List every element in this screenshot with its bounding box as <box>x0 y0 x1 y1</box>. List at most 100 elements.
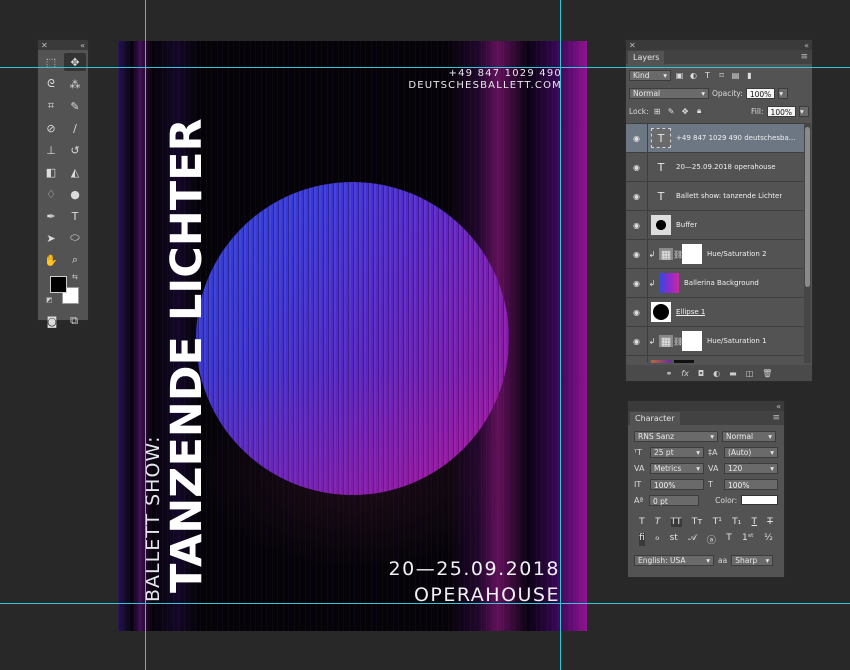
layer-row[interactable]: ◉ ↲ ▦ ⛓︎ Hue/Saturation 1 <box>626 326 804 355</box>
swash-icon[interactable]: 𝒜 <box>688 533 697 546</box>
panel-menu-icon[interactable]: ≡ <box>800 52 810 62</box>
discretionary-ligatures-icon[interactable]: st <box>670 533 678 546</box>
faux-bold-icon[interactable]: T <box>639 517 645 527</box>
tools-panel-header[interactable]: ✕ « <box>38 40 88 50</box>
close-icon[interactable]: ✕ <box>629 41 636 50</box>
font-size-select[interactable]: 25 pt ▾ <box>650 446 704 458</box>
guide-horizontal-top[interactable] <box>0 67 850 68</box>
guide-vertical-left[interactable] <box>145 0 146 670</box>
blend-mode-select[interactable]: Normal ▾ <box>629 87 709 99</box>
baseline-shift-input[interactable]: 0 pt <box>649 494 700 506</box>
all-caps-icon[interactable]: TT <box>670 517 682 527</box>
adjustment-filter-icon[interactable]: ◐ <box>688 71 699 80</box>
character-panel-header[interactable]: « <box>628 401 784 411</box>
lock-paint-icon[interactable]: ✎ <box>666 107 677 116</box>
faux-italic-icon[interactable]: T <box>655 517 661 527</box>
new-layer-icon[interactable]: ◫ <box>746 369 754 378</box>
filter-kind-select[interactable]: Kind ▾ <box>629 69 671 81</box>
opacity-dropdown[interactable]: ▾ <box>778 87 789 99</box>
font-family-select[interactable]: RNS Sanz ▾ <box>634 430 718 442</box>
collapse-icon[interactable]: « <box>804 41 809 50</box>
layer-row[interactable]: ◉ ↲ Ballerina Background <box>626 268 804 297</box>
marquee-icon[interactable]: ⬚ <box>40 53 62 71</box>
lock-position-icon[interactable]: ✥ <box>680 107 691 116</box>
brush-icon[interactable]: ∕ <box>64 119 86 137</box>
guide-vertical-right[interactable] <box>560 0 561 670</box>
quick-mask-icon[interactable]: ◙ <box>41 312 63 330</box>
opacity-input[interactable]: 100% <box>745 87 776 99</box>
zoom-icon[interactable]: ⌕ <box>64 251 86 269</box>
lock-all-icon[interactable]: 🔒︎ <box>694 106 705 116</box>
visibility-eye-icon[interactable] <box>626 356 648 363</box>
paint-bucket-icon[interactable]: ◭ <box>64 163 86 181</box>
antialias-select[interactable]: Sharp ▾ <box>731 554 774 566</box>
fill-dropdown[interactable]: ▾ <box>799 105 809 117</box>
superscript-icon[interactable]: T¹ <box>713 517 722 527</box>
lasso-icon[interactable]: ᘓ <box>40 75 62 93</box>
visibility-eye-icon[interactable]: ◉ <box>626 298 648 326</box>
add-mask-icon[interactable]: ◘ <box>698 369 704 378</box>
magic-wand-icon[interactable]: ⁂ <box>64 75 86 93</box>
close-icon[interactable]: ✕ <box>41 41 48 50</box>
fill-input[interactable]: 100% <box>766 105 796 117</box>
document-canvas[interactable]: +49 847 1029 490 DEUTSCHESBALLETT.COM BA… <box>118 41 587 631</box>
pixel-filter-icon[interactable]: ▣ <box>674 71 685 80</box>
horizontal-scale-input[interactable]: 100% <box>724 478 778 490</box>
guide-horizontal-bottom[interactable] <box>0 603 850 604</box>
ordinals-icon[interactable]: 1ˢᵗ <box>742 533 754 546</box>
tracking-select[interactable]: 120 ▾ <box>724 462 778 474</box>
layer-row[interactable]: ◉ T 20—25.09.2018 operahouse <box>626 152 804 181</box>
visibility-eye-icon[interactable]: ◉ <box>626 240 648 268</box>
visibility-eye-icon[interactable]: ◉ <box>626 124 648 152</box>
layer-row[interactable]: ◉ T Ballett show: tanzende Lichter <box>626 181 804 210</box>
dodge-icon[interactable]: ● <box>64 185 86 203</box>
visibility-eye-icon[interactable]: ◉ <box>626 153 648 181</box>
layer-row[interactable]: ◉ ↲ ▦ ⛓︎ Hue/Saturation 2 <box>626 239 804 268</box>
visibility-eye-icon[interactable]: ◉ <box>626 269 648 297</box>
stylistic-alternates-icon[interactable]: ⓐ <box>707 533 716 546</box>
shape-filter-icon[interactable]: ⌑ <box>716 71 727 80</box>
ligatures-icon[interactable]: fi <box>639 533 645 546</box>
type-icon[interactable]: T <box>64 207 86 225</box>
link-layers-icon[interactable]: ⚭ <box>666 369 673 378</box>
trash-icon[interactable]: 🗑︎ <box>762 369 772 378</box>
collapse-icon[interactable]: « <box>80 41 85 50</box>
kerning-select[interactable]: Metrics ▾ <box>650 462 704 474</box>
history-brush-icon[interactable]: ↺ <box>64 141 86 159</box>
font-style-select[interactable]: Normal ▾ <box>722 430 776 442</box>
layers-panel-header[interactable]: ✕ « <box>626 40 812 50</box>
foreground-color[interactable] <box>50 276 67 293</box>
layer-row[interactable]: ◉ T +49 847 1029 490 deutschesba... <box>626 123 804 152</box>
leading-select[interactable]: (Auto) ▾ <box>724 446 778 458</box>
scrollbar-thumb[interactable] <box>805 127 810 287</box>
layer-row[interactable] <box>626 355 804 363</box>
tab-character[interactable]: Character <box>630 411 680 425</box>
new-group-icon[interactable]: ▬ <box>729 369 737 378</box>
visibility-eye-icon[interactable]: ◉ <box>626 182 648 210</box>
fx-icon[interactable]: fx <box>681 369 689 378</box>
tab-layers[interactable]: Layers <box>628 50 665 64</box>
default-colors-icon[interactable]: ◩ <box>46 296 53 304</box>
eyedropper-icon[interactable]: ✎ <box>64 97 86 115</box>
clone-stamp-icon[interactable]: ⊥ <box>40 141 62 159</box>
new-adjustment-icon[interactable]: ◐ <box>713 369 720 378</box>
healing-brush-icon[interactable]: ⊘ <box>40 119 62 137</box>
contextual-alternates-icon[interactable]: ℴ <box>655 533 659 546</box>
fractions-icon[interactable]: ½ <box>764 533 773 546</box>
pen-icon[interactable]: ✒ <box>40 207 62 225</box>
collapse-icon[interactable]: « <box>776 402 781 411</box>
eraser-icon[interactable]: ◧ <box>40 163 62 181</box>
layer-row[interactable]: ◉ Ellipse 1 <box>626 297 804 326</box>
lock-pixels-icon[interactable]: ⊞ <box>652 107 663 116</box>
crop-icon[interactable]: ⌗ <box>40 97 62 115</box>
path-select-icon[interactable]: ➤ <box>40 229 62 247</box>
language-select[interactable]: English: USA ▾ <box>634 554 714 566</box>
hand-icon[interactable]: ✋ <box>40 251 62 269</box>
subscript-icon[interactable]: T₁ <box>732 517 741 527</box>
blur-icon[interactable]: ♢ <box>40 185 62 203</box>
move-icon[interactable]: ✥ <box>64 53 86 71</box>
screen-mode-icon[interactable]: ⧉ <box>63 312 85 330</box>
strikethrough-icon[interactable]: T <box>767 517 773 527</box>
small-caps-icon[interactable]: Tᴛ <box>692 517 703 527</box>
visibility-eye-icon[interactable]: ◉ <box>626 211 648 239</box>
